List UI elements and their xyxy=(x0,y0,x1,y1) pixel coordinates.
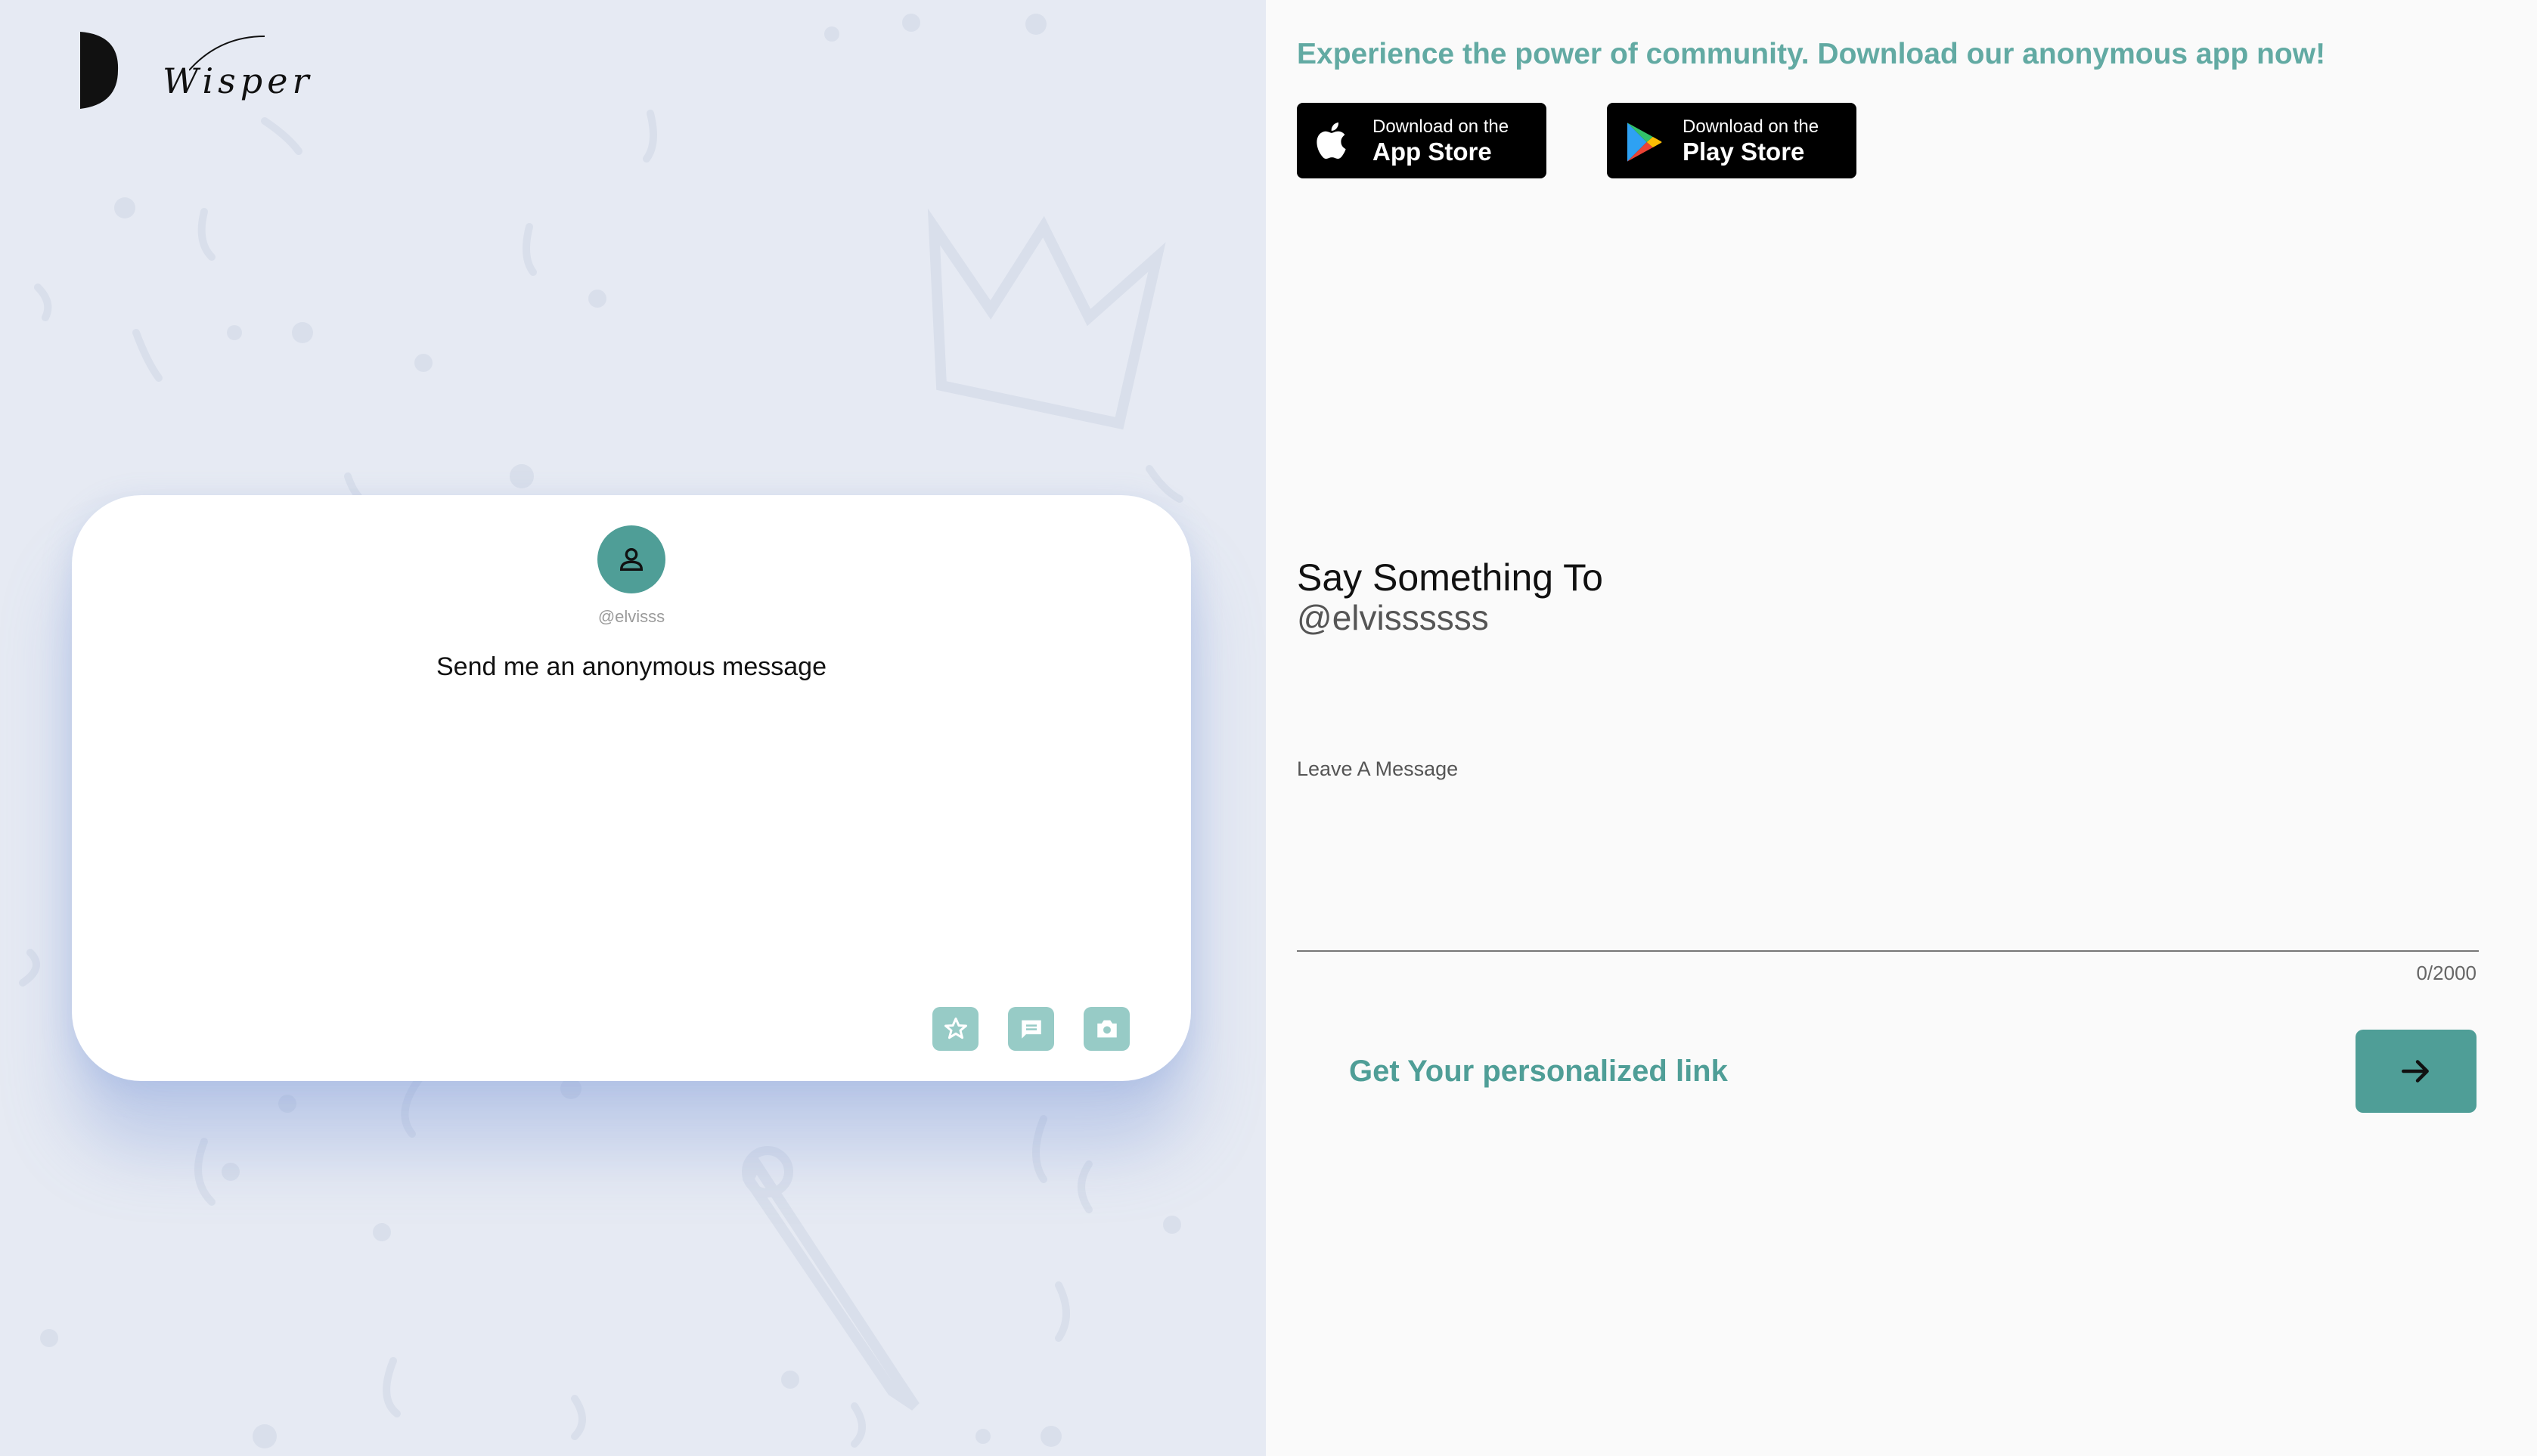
chat-icon xyxy=(1021,1020,1041,1039)
app-store-button[interactable]: Download on the App Store xyxy=(1297,103,1546,178)
profile-prompt: Send me an anonymous message xyxy=(436,652,827,681)
recipient-handle: @elvissssss xyxy=(1297,598,1489,637)
right-panel: Experience the power of community. Downl… xyxy=(1266,0,2537,1456)
message-label: Leave A Message xyxy=(1297,757,1459,780)
chat-button[interactable] xyxy=(1008,1007,1054,1051)
play-store-big-text: Play Store xyxy=(1683,138,1805,166)
message-input[interactable] xyxy=(1297,790,2479,952)
camera-button[interactable] xyxy=(1084,1007,1130,1051)
promo-headline: Experience the power of community. Downl… xyxy=(1297,38,2326,70)
left-panel: Wisper @elvisss Send me an anonymous mes… xyxy=(0,0,1266,1456)
character-counter: 0/2000 xyxy=(2416,962,2477,984)
play-store-small-text: Download on the xyxy=(1683,116,1819,137)
arrow-right-icon xyxy=(2402,1060,2429,1083)
person-icon xyxy=(619,548,644,571)
profile-card: @elvisss Send me an anonymous message xyxy=(72,495,1191,1081)
compose-title: Say Something To xyxy=(1297,556,1603,599)
card-action-bar xyxy=(932,1007,1130,1051)
google-play-icon xyxy=(1627,122,1662,162)
half-circle-logo-icon xyxy=(80,32,119,109)
avatar xyxy=(597,525,665,593)
profile-handle: @elvisss xyxy=(597,607,665,626)
personalized-link-link[interactable]: Get Your personalized link xyxy=(1349,1055,1728,1089)
app-store-small-text: Download on the xyxy=(1372,116,1509,137)
submit-button[interactable] xyxy=(2356,1030,2477,1113)
camera-icon xyxy=(1096,1020,1117,1038)
star-icon xyxy=(944,1018,967,1039)
brand-swoosh-icon xyxy=(189,36,265,71)
play-store-button[interactable]: Download on the Play Store xyxy=(1607,103,1856,178)
app-store-big-text: App Store xyxy=(1372,138,1492,166)
star-button[interactable] xyxy=(932,1007,979,1051)
apple-icon xyxy=(1317,122,1346,160)
brand-logo[interactable]: Wisper xyxy=(76,29,309,112)
